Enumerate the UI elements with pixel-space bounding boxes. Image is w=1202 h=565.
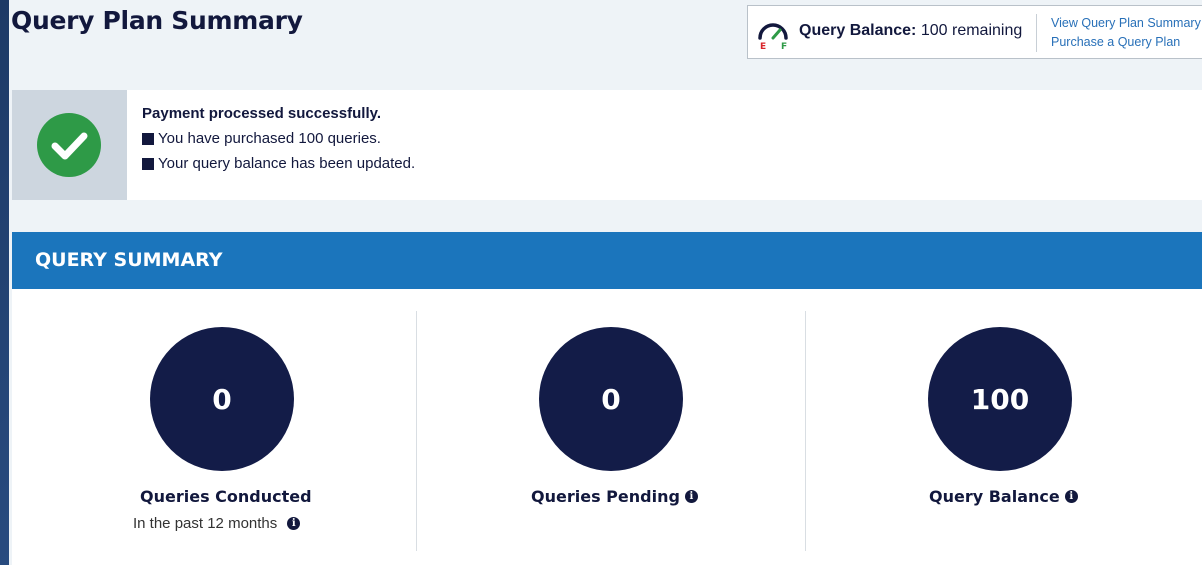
info-icon[interactable]: i — [684, 490, 698, 503]
alert-line-text: You have purchased 100 queries. — [158, 130, 381, 147]
query-summary-body: 0 Queries Conducted In the past 12 month… — [12, 289, 1202, 565]
stat-value-circle: 100 — [928, 327, 1072, 471]
bullet-icon — [142, 157, 154, 170]
balance-value: 100 remaining — [920, 22, 1023, 39]
stat-label: Queries Pending i — [531, 487, 698, 506]
page-title: Query Plan Summary — [11, 6, 303, 35]
view-query-plan-summary-link[interactable]: View Query Plan Summary — [1051, 14, 1201, 33]
purchase-query-plan-link[interactable]: Purchase a Query Plan — [1051, 33, 1201, 52]
alert-line-text: Your query balance has been updated. — [158, 155, 416, 172]
success-alert: Payment processed successfully. You have… — [12, 90, 1202, 200]
gauge-empty-label: E — [760, 42, 766, 50]
stat-value-circle: 0 — [150, 327, 294, 471]
info-icon[interactable]: i — [287, 517, 301, 530]
stat-subtitle-text: In the past 12 months — [133, 515, 278, 532]
stat-queries-conducted: 0 Queries Conducted In the past 12 month… — [12, 289, 416, 565]
balance-label: Query Balance: — [799, 22, 917, 39]
alert-icon-panel — [12, 90, 127, 200]
bullet-icon — [142, 132, 154, 145]
stat-label-text: Queries Pending — [531, 487, 680, 506]
check-circle-icon — [37, 113, 101, 177]
stat-value-circle: 0 — [539, 327, 683, 471]
query-summary-header: QUERY SUMMARY — [12, 232, 1202, 289]
section-title: QUERY SUMMARY — [35, 249, 223, 271]
fuel-gauge-icon: E F — [758, 23, 788, 50]
plan-links: View Query Plan Summary Purchase a Query… — [1051, 14, 1201, 52]
stat-label: Query Balance i — [929, 487, 1078, 506]
stat-query-balance: 100 Query Balance i — [806, 289, 1202, 565]
stat-label-text: Queries Conducted — [140, 487, 312, 506]
alert-line: You have purchased 100 queries. — [142, 130, 415, 147]
balance-readout: Query Balance: 100 remaining — [799, 22, 1022, 40]
stat-subtitle: In the past 12 months i — [133, 515, 301, 532]
divider — [1036, 14, 1037, 52]
alert-title: Payment processed successfully. — [142, 105, 382, 122]
alert-line: Your query balance has been updated. — [142, 155, 415, 172]
stat-queries-pending: 0 Queries Pending i — [417, 289, 805, 565]
info-icon[interactable]: i — [1064, 490, 1078, 503]
gauge-full-label: F — [781, 42, 787, 50]
stat-label-text: Query Balance — [929, 487, 1060, 506]
page-container: Query Plan Summary E F Query Balance: 10… — [9, 0, 1202, 565]
alert-message: Payment processed successfully. You have… — [142, 105, 415, 180]
stat-label: Queries Conducted — [140, 487, 312, 506]
query-balance-widget: E F Query Balance: 100 remaining View Qu… — [747, 5, 1202, 59]
